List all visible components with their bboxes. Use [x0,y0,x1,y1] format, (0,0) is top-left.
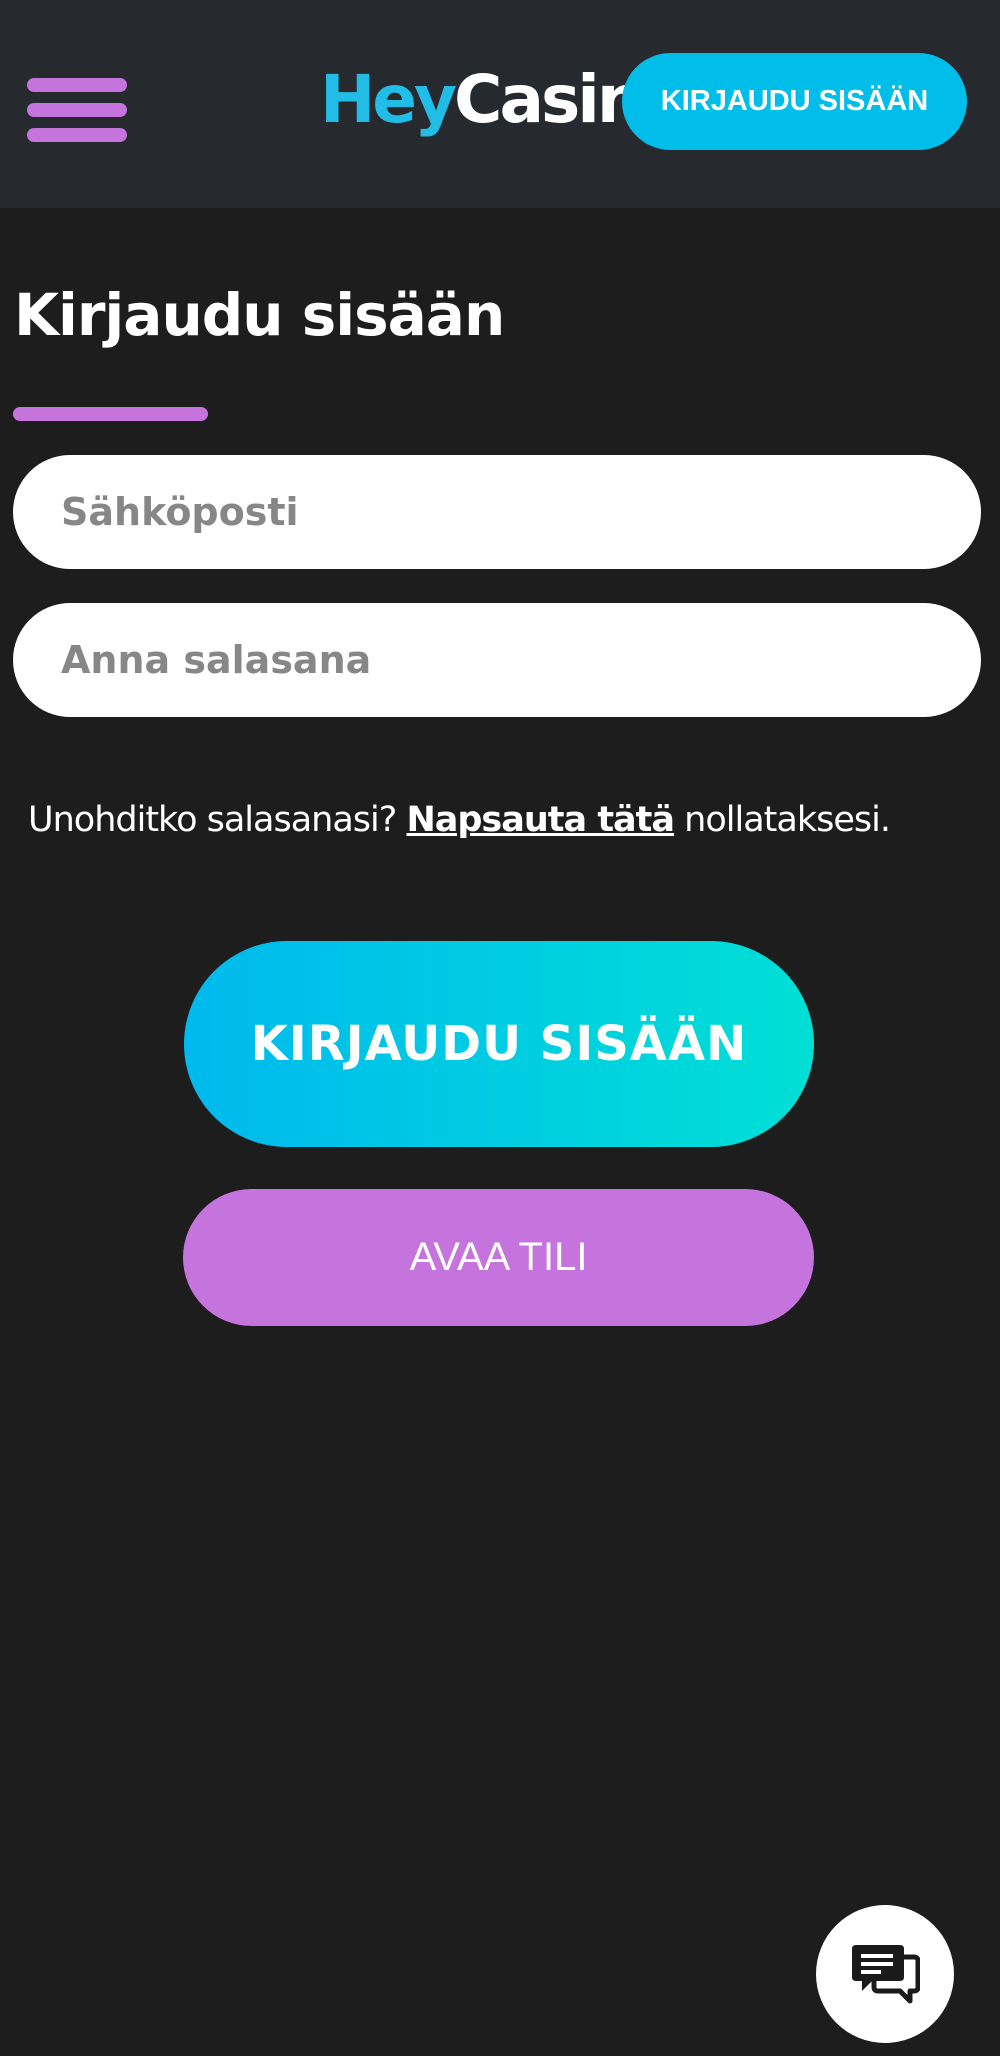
hamburger-menu-icon[interactable] [27,78,127,142]
email-field[interactable] [13,455,981,569]
menu-bar [27,78,127,92]
open-account-button[interactable]: AVAA TILI [183,1189,814,1326]
page-title: Kirjaudu sisään [14,281,505,349]
reset-password-link[interactable]: Napsauta tätä [406,800,675,840]
password-field[interactable] [13,603,981,717]
menu-bar [27,103,127,117]
forgot-password-text: Unohditko salasanasi? Napsauta tätä noll… [28,790,988,850]
heycasino-logo[interactable]: HeyCasino [320,50,640,150]
site-header: HeyCasino KIRJAUDU SISÄÄN [0,0,1000,208]
logo-hey: Hey [320,61,457,138]
header-login-button[interactable]: KIRJAUDU SISÄÄN [622,53,967,150]
forgot-password-suffix: nollataksesi. [674,800,891,840]
login-button[interactable]: KIRJAUDU SISÄÄN [184,941,814,1147]
chat-icon [852,1945,920,2004]
menu-bar [27,128,127,142]
title-underline [13,407,208,421]
logo-casino: Casino [454,61,640,138]
chat-button[interactable] [816,1905,954,2043]
forgot-password-prefix: Unohditko salasanasi? [28,800,407,840]
